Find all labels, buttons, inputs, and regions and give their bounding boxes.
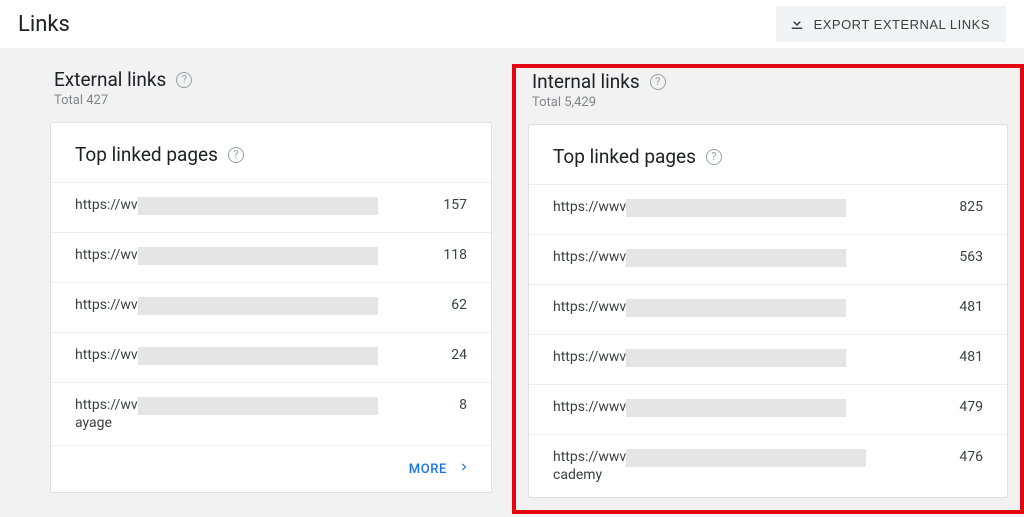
url-prefix: https://wwv [553, 399, 626, 415]
redacted-block [138, 397, 378, 415]
url-suffix: ayage [75, 415, 381, 431]
page-title: Links [18, 12, 70, 37]
redacted-block [138, 197, 378, 215]
internal-card-title: Top linked pages [553, 145, 696, 168]
row-url: https://wwv [553, 199, 846, 217]
table-row[interactable]: https://wv ayage 8 [51, 382, 491, 445]
url-prefix: https://wwv [553, 199, 626, 215]
redacted-block [626, 249, 846, 267]
redacted-block [626, 399, 846, 417]
chevron-right-icon [457, 460, 471, 478]
url-prefix: https://wv [75, 297, 138, 313]
help-icon[interactable]: ? [176, 72, 192, 88]
row-count: 24 [427, 347, 467, 363]
help-icon[interactable]: ? [228, 147, 244, 163]
row-url: https://wwv [553, 399, 846, 417]
internal-top-linked-card: Top linked pages ? https://wwv825https:/… [528, 124, 1008, 498]
external-title: External links [54, 68, 166, 91]
row-count: 479 [943, 399, 983, 415]
redacted-block [626, 199, 846, 217]
url-prefix: https://wv [75, 397, 138, 413]
external-links-column: External links ? Total 427 Top linked pa… [0, 68, 512, 514]
export-external-links-button[interactable]: EXPORT EXTERNAL LINKS [776, 6, 1006, 42]
url-prefix: https://wwv [553, 449, 626, 465]
row-url: https://wv ayage [75, 397, 381, 431]
external-top-linked-card: Top linked pages ? https://wv157https://… [50, 122, 492, 493]
url-prefix: https://wv [75, 247, 138, 263]
row-count: 118 [427, 247, 467, 263]
table-row[interactable]: https://wwv 563 [529, 234, 1007, 284]
table-row[interactable]: https://wwv cademy 476 [529, 434, 1007, 497]
row-count: 157 [427, 197, 467, 213]
external-card-title: Top linked pages [75, 143, 218, 166]
row-count: 825 [943, 199, 983, 215]
url-prefix: https://wv [75, 197, 138, 213]
row-count: 481 [943, 349, 983, 365]
row-url: https://wwv cademy [553, 449, 888, 483]
row-count: 481 [943, 299, 983, 315]
redacted-block [626, 299, 846, 317]
help-icon[interactable]: ? [706, 149, 722, 165]
redacted-block [138, 297, 378, 315]
internal-section-header: Internal links ? Total 5,429 [528, 68, 1008, 124]
row-url: https://wv [75, 297, 378, 315]
internal-title: Internal links [532, 70, 640, 93]
url-prefix: https://wwv [553, 249, 626, 265]
row-url: https://wv [75, 347, 378, 365]
url-prefix: https://wwv [553, 299, 626, 315]
redacted-block [626, 349, 846, 367]
row-url: https://wv [75, 197, 378, 215]
table-row[interactable]: https://wwv 481 [529, 284, 1007, 334]
table-row[interactable]: https://wv 24 [51, 332, 491, 382]
row-count: 563 [943, 249, 983, 265]
redacted-block [626, 449, 866, 467]
row-count: 8 [427, 397, 467, 413]
export-button-label: EXPORT EXTERNAL LINKS [814, 17, 990, 32]
table-row[interactable]: https://wwv 481 [529, 334, 1007, 384]
table-row[interactable]: https://wv 62 [51, 282, 491, 332]
external-section-header: External links ? Total 427 [50, 68, 492, 122]
row-count: 476 [943, 449, 983, 465]
row-url: https://wv [75, 247, 378, 265]
redacted-block [138, 347, 378, 365]
url-prefix: https://wwv [553, 349, 626, 365]
url-suffix: cademy [553, 467, 888, 483]
top-bar: Links EXPORT EXTERNAL LINKS [0, 0, 1024, 48]
more-label: MORE [409, 462, 447, 477]
table-row[interactable]: https://wv 118 [51, 232, 491, 282]
row-url: https://wwv [553, 349, 846, 367]
row-url: https://wwv [553, 249, 846, 267]
row-count: 62 [427, 297, 467, 313]
internal-total: Total 5,429 [532, 95, 1008, 110]
table-row[interactable]: https://wv 157 [51, 182, 491, 232]
redacted-block [138, 247, 378, 265]
table-row[interactable]: https://wwv 825 [529, 184, 1007, 234]
help-icon[interactable]: ? [650, 74, 666, 90]
content-area: External links ? Total 427 Top linked pa… [0, 48, 1024, 514]
external-total: Total 427 [54, 93, 492, 108]
internal-links-column: Internal links ? Total 5,429 Top linked … [512, 64, 1024, 514]
url-prefix: https://wv [75, 347, 138, 363]
row-url: https://wwv [553, 299, 846, 317]
download-icon [788, 14, 806, 35]
table-row[interactable]: https://wwv 479 [529, 384, 1007, 434]
more-link[interactable]: MORE [409, 460, 471, 478]
